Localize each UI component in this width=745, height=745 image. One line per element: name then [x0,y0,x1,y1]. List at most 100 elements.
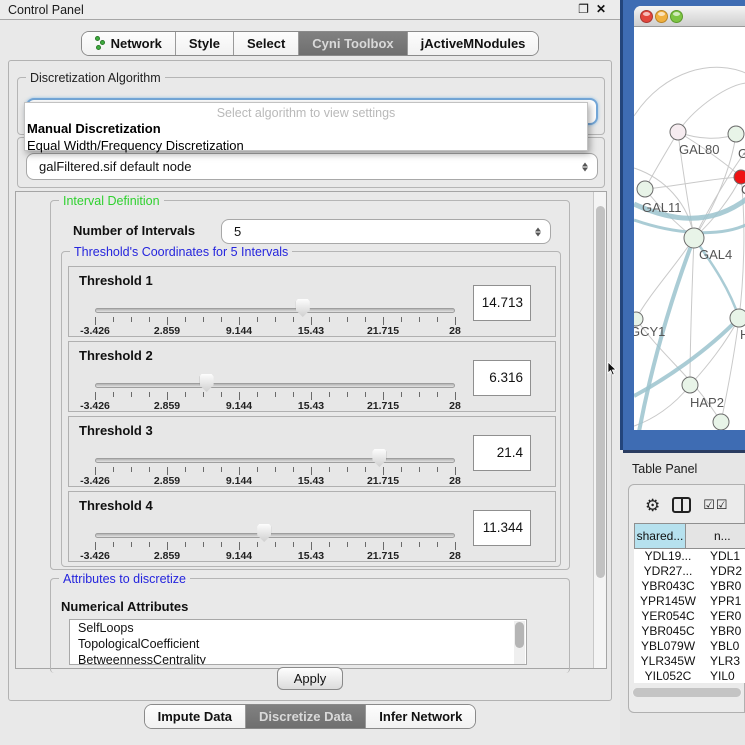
tick-label: -3.426 [73,475,117,487]
zoom-traffic-icon[interactable] [670,10,683,23]
network-edge [634,67,745,116]
slider-thumb[interactable] [296,299,310,317]
table-row[interactable]: YPR145WYPR1 [634,594,745,609]
network-node-GAL4[interactable] [684,228,704,248]
tab-label: Cyni Toolbox [312,36,393,51]
name-cell: YER0 [702,609,745,624]
scrollbar-thumb[interactable] [596,206,605,578]
slider-thumb[interactable] [257,524,271,542]
algorithm-option-equal-width[interactable]: Equal Width/Frequency Discretization [25,137,587,154]
threshold-value-field[interactable]: 11.344 [473,510,531,546]
attributes-list-scrollbar[interactable] [514,621,525,665]
threshold-box-3: Threshold 3-3.4262.8599.14415.4321.71528… [68,416,556,487]
threshold-value-field[interactable]: 14.713 [473,285,531,321]
table-row[interactable]: YDR27...YDR2 [634,564,745,579]
attributes-list[interactable]: SelfLoopsTopologicalCoefficientBetweenne… [69,619,527,665]
slider-track[interactable] [95,383,455,388]
columns-icon[interactable] [672,497,691,513]
table-row[interactable]: YBR043CYBR0 [634,579,745,594]
table-row[interactable]: YBL079WYBL0 [634,639,745,654]
tab-select[interactable]: Select [234,32,299,55]
attribute-list-item[interactable]: SelfLoops [70,620,526,636]
network-node-partial[interactable] [713,414,729,430]
gear-icon[interactable]: ⚙ [645,497,660,514]
column-header-shared-name[interactable]: shared... [634,523,686,549]
tick-mark [203,467,204,472]
tab-label: Select [247,36,285,51]
tick-label: 2.859 [145,475,189,487]
tick-label: 2.859 [145,550,189,562]
network-node-GA[interactable] [728,126,744,142]
tick-label: -3.426 [73,550,117,562]
tick-label: 15.43 [289,325,333,337]
tick-label: 9.144 [217,325,261,337]
threshold-value-field[interactable]: 21.4 [473,435,531,471]
tick-mark [437,542,438,547]
algorithm-option-manual[interactable]: Manual Discretization [25,120,587,137]
tick-label: 21.715 [361,475,405,487]
tick-mark [185,317,186,322]
close-traffic-icon[interactable] [640,10,653,23]
apply-button[interactable]: Apply [277,667,343,690]
tick-mark [257,467,258,472]
name-cell: YIL0 [702,669,745,683]
tick-mark [203,392,204,397]
slider-thumb[interactable] [372,449,386,467]
tick-mark [455,392,456,400]
tick-mark [167,542,168,550]
network-node-H[interactable] [730,309,745,327]
tick-mark [329,542,330,547]
network-node-label: GAL11 [642,200,682,215]
column-header-name[interactable]: n... [686,523,745,549]
num-intervals-combobox[interactable]: 5 [221,219,551,244]
table-row[interactable]: YLR345WYLR3 [634,654,745,669]
tab-label: jActiveMNodules [421,36,526,51]
tick-mark [329,392,330,397]
table-panel-window: ⚙ ☑☑ shared... n... YDL19...YDL1YDR27...… [628,484,745,713]
tick-mark [95,542,96,550]
tick-mark [221,467,222,472]
tab-infer-network[interactable]: Infer Network [366,705,475,728]
tick-label: 15.43 [289,550,333,562]
network-node-GAL80[interactable] [670,124,686,140]
minimize-traffic-icon[interactable] [655,10,668,23]
slider-track[interactable] [95,533,455,538]
tick-mark [455,317,456,325]
network-edge [739,177,744,318]
table-data-combobox[interactable]: galFiltered.sif default node [26,153,598,180]
shared-name-cell: YBL079W [634,639,702,654]
tab-cyni-toolbox[interactable]: Cyni Toolbox [299,32,407,55]
slider-thumb[interactable] [200,374,214,392]
checkbox-icons[interactable]: ☑☑ [703,497,728,513]
tick-mark [437,392,438,397]
network-node-GAL11[interactable] [637,181,653,197]
network-node-HAP2[interactable] [682,377,698,393]
slider-track[interactable] [95,308,455,313]
network-node-label: GAL4 [699,247,732,262]
threshold-value-field[interactable]: 6.316 [473,360,531,396]
table-row[interactable]: YBR045CYBR0 [634,624,745,639]
table-row[interactable]: YER054CYER0 [634,609,745,624]
node-table[interactable]: shared... n... YDL19...YDL1YDR27...YDR2Y… [634,523,745,683]
attribute-list-item[interactable]: TopologicalCoefficient [70,636,526,652]
table-row[interactable]: YDL19...YDL1 [634,549,745,564]
tab-network[interactable]: Network [82,32,176,55]
network-canvas[interactable]: GAL80GACGAL11GAL4GCY1HHAP2 [634,28,745,430]
bottom-tabbar: Impute DataDiscretize DataInfer Network [0,704,620,729]
name-cell: YDL1 [702,549,745,564]
tab-discretize-data[interactable]: Discretize Data [246,705,366,728]
tick-mark [221,392,222,397]
shared-name-cell: YIL052C [634,669,702,683]
float-window-icon[interactable]: ❐ [578,2,589,16]
slider-track[interactable] [95,458,455,463]
name-cell: YBL0 [702,639,745,654]
close-icon[interactable]: ✕ [596,2,606,16]
shared-name-cell: YER054C [634,609,702,624]
tab-style[interactable]: Style [176,32,234,55]
table-horizontal-scrollbar[interactable] [632,688,742,697]
table-row[interactable]: YIL052CYIL0 [634,669,745,683]
tab-jactivemnodules[interactable]: jActiveMNodules [408,32,539,55]
tick-mark [311,467,312,475]
form-scrollbar[interactable] [593,192,606,668]
tab-impute-data[interactable]: Impute Data [145,705,246,728]
